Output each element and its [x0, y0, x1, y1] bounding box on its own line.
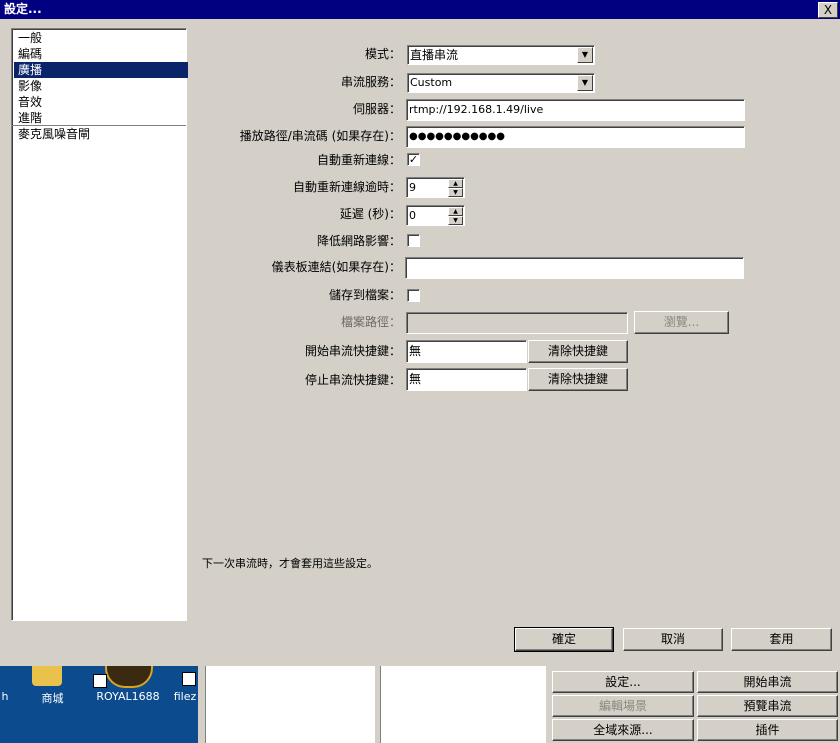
bg-plugins-button[interactable]: 插件: [697, 719, 838, 741]
spin-up-icon[interactable]: ▲: [448, 207, 463, 216]
start-hotkey-clear-button[interactable]: 清除快捷鍵: [528, 340, 628, 363]
background-list-right: [380, 666, 546, 743]
mode-select[interactable]: 直播串流 ▼: [407, 45, 595, 65]
delay-label: 延遲 (秒)：: [339, 207, 401, 221]
shortcut-arrow-icon: [182, 672, 196, 686]
desktop-icon-label[interactable]: 商城: [30, 690, 75, 706]
reconnect-timeout-label: 自動重新連線逾時：: [292, 180, 401, 194]
reconnect-timeout-spinner[interactable]: 9 ▲ ▼: [406, 177, 465, 198]
shortcut-arrow-icon: [93, 674, 107, 688]
mode-label: 模式：: [364, 47, 401, 61]
apply-button[interactable]: 套用: [731, 628, 832, 651]
file-path-input[interactable]: [406, 312, 628, 334]
background-list-left: [205, 666, 375, 743]
bg-settings-button[interactable]: 設定...: [552, 671, 694, 693]
spin-up-icon[interactable]: ▲: [448, 179, 463, 188]
save-to-file-checkbox[interactable]: [407, 289, 420, 302]
file-path-label: 檔案路徑：: [340, 315, 401, 329]
low-network-label: 降低網路影響：: [316, 234, 401, 248]
cancel-button[interactable]: 取消: [623, 628, 723, 651]
stop-hotkey-label: 停止串流快捷鍵：: [304, 373, 401, 387]
low-network-checkbox[interactable]: [407, 234, 420, 247]
apply-note: 下一次串流時，才會套用這些設定。: [202, 557, 378, 570]
stop-hotkey-clear-button[interactable]: 清除快捷鍵: [528, 368, 628, 391]
desktop-icon-label[interactable]: filez: [172, 690, 198, 703]
start-hotkey-label: 開始串流快捷鍵：: [304, 344, 401, 358]
reconnect-timeout-value: 9: [409, 181, 416, 194]
stream-key-label: 播放路徑/串流碼 (如果存在)：: [239, 129, 401, 143]
window-titlebar[interactable]: 設定...: [0, 0, 840, 19]
service-select[interactable]: Custom ▼: [407, 73, 595, 93]
auto-reconnect-checkbox[interactable]: ✓: [407, 153, 420, 166]
desktop-icon-label[interactable]: h: [0, 690, 10, 703]
server-label: 伺服器：: [352, 102, 401, 116]
bg-start-stream-button[interactable]: 開始串流: [697, 671, 838, 693]
folder-icon[interactable]: [32, 666, 62, 686]
bg-edit-scene-button[interactable]: 編輯場景: [552, 695, 694, 717]
close-button[interactable]: X: [818, 2, 838, 18]
service-value: Custom: [410, 76, 453, 89]
mode-value: 直播串流: [410, 48, 459, 62]
desktop-icon-label[interactable]: ROYAL1688: [92, 690, 164, 703]
window-title: 設定...: [4, 2, 42, 16]
spin-down-icon[interactable]: ▼: [448, 216, 463, 225]
auto-reconnect-label: 自動重新連線：: [316, 153, 401, 167]
stream-key-input[interactable]: ●●●●●●●●●●●: [406, 126, 745, 148]
spin-down-icon[interactable]: ▼: [448, 188, 463, 197]
browse-button[interactable]: 瀏覽...: [634, 311, 729, 334]
save-to-file-label: 儲存到檔案：: [328, 288, 401, 302]
dashboard-link-input[interactable]: [405, 257, 744, 279]
server-input[interactable]: rtmp://192.168.1.49/live: [406, 99, 745, 121]
chevron-down-icon[interactable]: ▼: [577, 47, 593, 63]
start-hotkey-input[interactable]: 無: [406, 340, 527, 363]
stop-hotkey-input[interactable]: 無: [406, 368, 527, 391]
bg-preview-stream-button[interactable]: 預覽串流: [697, 695, 838, 717]
bg-global-sources-button[interactable]: 全域來源...: [552, 719, 694, 741]
service-label: 串流服務：: [340, 75, 401, 89]
delay-value: 0: [409, 209, 416, 222]
dashboard-link-label: 儀表板連結(如果存在)：: [271, 260, 401, 274]
ok-button[interactable]: 確定: [514, 627, 614, 652]
checkmark-icon: ✓: [408, 153, 419, 166]
chevron-down-icon[interactable]: ▼: [577, 75, 593, 91]
delay-spinner[interactable]: 0 ▲ ▼: [406, 205, 465, 226]
